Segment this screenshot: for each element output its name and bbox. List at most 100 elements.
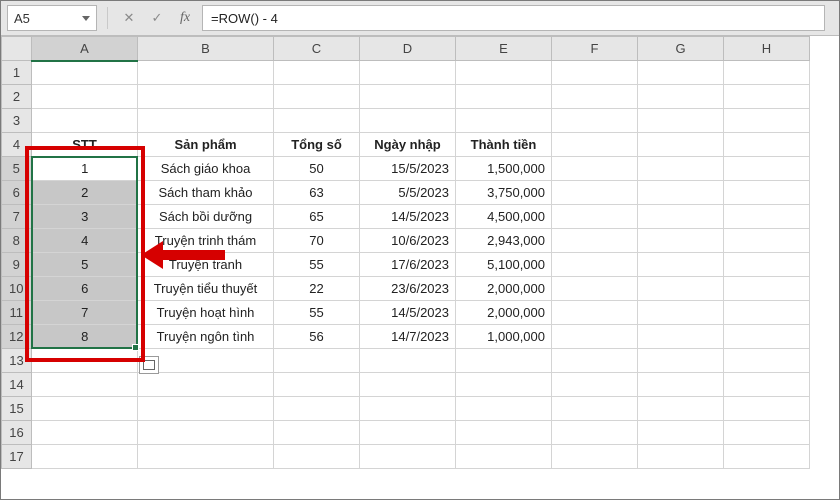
check-icon[interactable]: ✓	[146, 7, 168, 29]
cell-B11[interactable]: Truyện hoạt hình	[138, 301, 274, 325]
cell-A16[interactable]	[32, 421, 138, 445]
cell-G16[interactable]	[638, 421, 724, 445]
cell-H16[interactable]	[724, 421, 810, 445]
cell-B3[interactable]	[138, 109, 274, 133]
cell-D4[interactable]: Ngày nhập	[360, 133, 456, 157]
cell-G2[interactable]	[638, 85, 724, 109]
autofill-options-button[interactable]	[139, 356, 159, 374]
cell-A5[interactable]: 1	[32, 157, 138, 181]
cell-C8[interactable]: 70	[274, 229, 360, 253]
cell-A7[interactable]: 3	[32, 205, 138, 229]
cell-A13[interactable]	[32, 349, 138, 373]
cell-E2[interactable]	[456, 85, 552, 109]
cell-E9[interactable]: 5,100,000	[456, 253, 552, 277]
chevron-down-icon[interactable]	[82, 16, 90, 21]
fx-icon[interactable]: fx	[174, 7, 196, 29]
cell-F12[interactable]	[552, 325, 638, 349]
cell-C10[interactable]: 22	[274, 277, 360, 301]
col-header-H[interactable]: H	[724, 37, 810, 61]
cell-F14[interactable]	[552, 373, 638, 397]
fill-handle[interactable]	[132, 344, 139, 351]
cell-F5[interactable]	[552, 157, 638, 181]
cell-G13[interactable]	[638, 349, 724, 373]
cell-F10[interactable]	[552, 277, 638, 301]
cell-C6[interactable]: 63	[274, 181, 360, 205]
cell-B6[interactable]: Sách tham khảo	[138, 181, 274, 205]
cell-B8[interactable]: Truyện trinh thám	[138, 229, 274, 253]
cell-A17[interactable]	[32, 445, 138, 469]
cell-D1[interactable]	[360, 61, 456, 85]
cell-A11[interactable]: 7	[32, 301, 138, 325]
cell-B12[interactable]: Truyện ngôn tình	[138, 325, 274, 349]
row-header-13[interactable]: 13	[2, 349, 32, 373]
cell-E8[interactable]: 2,943,000	[456, 229, 552, 253]
col-header-F[interactable]: F	[552, 37, 638, 61]
cell-D6[interactable]: 5/5/2023	[360, 181, 456, 205]
row-header-11[interactable]: 11	[2, 301, 32, 325]
cell-H11[interactable]	[724, 301, 810, 325]
cell-F7[interactable]	[552, 205, 638, 229]
name-box[interactable]: A5	[7, 5, 97, 31]
cell-A12[interactable]: 8	[32, 325, 138, 349]
cell-H1[interactable]	[724, 61, 810, 85]
cell-D17[interactable]	[360, 445, 456, 469]
cell-G10[interactable]	[638, 277, 724, 301]
col-header-E[interactable]: E	[456, 37, 552, 61]
row-header-1[interactable]: 1	[2, 61, 32, 85]
cell-C2[interactable]	[274, 85, 360, 109]
cell-E16[interactable]	[456, 421, 552, 445]
cell-C5[interactable]: 50	[274, 157, 360, 181]
cell-B15[interactable]	[138, 397, 274, 421]
row-header-16[interactable]: 16	[2, 421, 32, 445]
cell-E6[interactable]: 3,750,000	[456, 181, 552, 205]
cell-E15[interactable]	[456, 397, 552, 421]
cell-A2[interactable]	[32, 85, 138, 109]
cell-D14[interactable]	[360, 373, 456, 397]
row-header-2[interactable]: 2	[2, 85, 32, 109]
cell-E5[interactable]: 1,500,000	[456, 157, 552, 181]
cell-G4[interactable]	[638, 133, 724, 157]
cell-B9[interactable]: Truyện tranh	[138, 253, 274, 277]
cell-E12[interactable]: 1,000,000	[456, 325, 552, 349]
cell-G15[interactable]	[638, 397, 724, 421]
row-header-3[interactable]: 3	[2, 109, 32, 133]
cell-A8[interactable]: 4	[32, 229, 138, 253]
cell-A15[interactable]	[32, 397, 138, 421]
cell-G6[interactable]	[638, 181, 724, 205]
cell-D10[interactable]: 23/6/2023	[360, 277, 456, 301]
cell-F11[interactable]	[552, 301, 638, 325]
cell-E17[interactable]	[456, 445, 552, 469]
cell-H14[interactable]	[724, 373, 810, 397]
formula-input[interactable]: =ROW() - 4	[202, 5, 825, 31]
cell-C1[interactable]	[274, 61, 360, 85]
cell-F16[interactable]	[552, 421, 638, 445]
cell-E14[interactable]	[456, 373, 552, 397]
cell-H15[interactable]	[724, 397, 810, 421]
cell-C14[interactable]	[274, 373, 360, 397]
cell-B14[interactable]	[138, 373, 274, 397]
cell-D2[interactable]	[360, 85, 456, 109]
cell-H9[interactable]	[724, 253, 810, 277]
cell-D3[interactable]	[360, 109, 456, 133]
cell-B4[interactable]: Sản phẩm	[138, 133, 274, 157]
cell-D11[interactable]: 14/5/2023	[360, 301, 456, 325]
row-header-5[interactable]: 5	[2, 157, 32, 181]
cell-C16[interactable]	[274, 421, 360, 445]
worksheet-grid[interactable]: A B C D E F G H 1234STTSản phẩmTổng sốNg…	[1, 36, 839, 500]
cell-C17[interactable]	[274, 445, 360, 469]
row-header-9[interactable]: 9	[2, 253, 32, 277]
cell-C9[interactable]: 55	[274, 253, 360, 277]
cell-B7[interactable]: Sách bồi dưỡng	[138, 205, 274, 229]
cell-F9[interactable]	[552, 253, 638, 277]
col-header-C[interactable]: C	[274, 37, 360, 61]
cell-H5[interactable]	[724, 157, 810, 181]
row-header-10[interactable]: 10	[2, 277, 32, 301]
cell-G17[interactable]	[638, 445, 724, 469]
cell-H8[interactable]	[724, 229, 810, 253]
cell-E11[interactable]: 2,000,000	[456, 301, 552, 325]
cell-C3[interactable]	[274, 109, 360, 133]
cell-G11[interactable]	[638, 301, 724, 325]
cell-E7[interactable]: 4,500,000	[456, 205, 552, 229]
cell-H10[interactable]	[724, 277, 810, 301]
cell-E10[interactable]: 2,000,000	[456, 277, 552, 301]
